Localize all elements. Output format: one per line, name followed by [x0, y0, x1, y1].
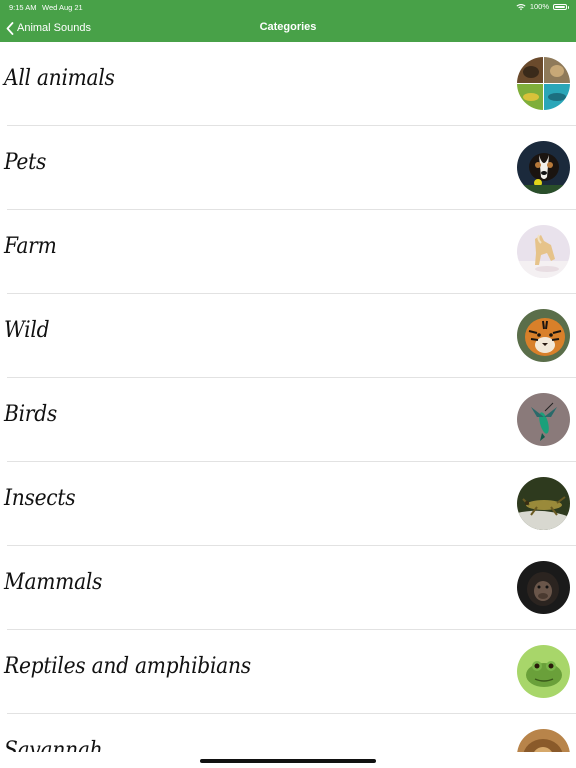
frog-thumbnail — [517, 645, 570, 698]
category-row-mammals[interactable]: Mammals — [4, 546, 576, 630]
battery-percentage: 100% — [529, 2, 549, 11]
category-label: Reptiles and amphibians — [4, 654, 251, 679]
status-right: 100% — [516, 2, 569, 11]
grasshopper-thumbnail — [517, 477, 570, 530]
page-title: Categories — [259, 21, 317, 33]
status-date: Wed Aug 21 — [42, 3, 83, 12]
horse-thumbnail — [517, 225, 570, 278]
category-label: Mammals — [4, 570, 103, 595]
lion-thumbnail — [517, 729, 570, 752]
tiger-thumbnail — [517, 309, 570, 362]
category-row-pets[interactable]: Pets — [4, 126, 576, 210]
category-row-all-animals[interactable]: All animals — [4, 42, 576, 126]
category-label: Savannah — [4, 738, 103, 752]
category-row-farm[interactable]: Farm — [4, 210, 576, 294]
category-label: Pets — [4, 150, 47, 175]
status-time: 9:15 AM — [9, 3, 37, 12]
dog-thumbnail — [517, 141, 570, 194]
category-label: All animals — [4, 66, 115, 91]
chimpanzee-thumbnail — [517, 561, 570, 614]
all-animals-thumbnail — [517, 57, 570, 110]
hummingbird-thumbnail — [517, 393, 570, 446]
category-row-insects[interactable]: Insects — [4, 462, 576, 546]
category-row-wild[interactable]: Wild — [4, 294, 576, 378]
status-bar: 9:15 AM Wed Aug 21 100% — [0, 0, 576, 14]
category-row-savannah[interactable]: Savannah — [4, 714, 576, 752]
wifi-icon — [516, 3, 526, 10]
category-label: Farm — [4, 234, 57, 259]
category-label: Birds — [4, 402, 57, 427]
home-indicator[interactable] — [200, 759, 376, 763]
category-label: Wild — [4, 318, 50, 343]
category-row-reptiles[interactable]: Reptiles and amphibians — [4, 630, 576, 714]
battery-icon — [553, 3, 569, 10]
navigation-bar: 9:15 AM Wed Aug 21 100% Animal Sounds Ca… — [0, 0, 576, 42]
category-label: Insects — [4, 486, 76, 511]
category-row-birds[interactable]: Birds — [4, 378, 576, 462]
category-list: All animals Pets Farm Wild Birds Insects… — [0, 42, 576, 752]
